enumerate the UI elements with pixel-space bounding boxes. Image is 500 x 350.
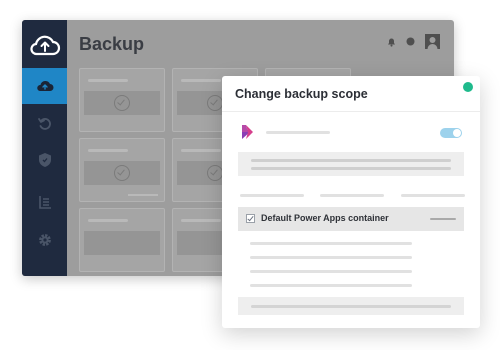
backup-card[interactable] — [79, 138, 165, 202]
change-backup-scope-dialog: Change backup scope Default Power Apps c… — [222, 76, 480, 328]
help-icon[interactable] — [406, 37, 415, 46]
restore-icon — [37, 118, 51, 130]
sidebar-item-backup[interactable] — [22, 68, 67, 104]
sidebar-item-security[interactable] — [22, 142, 67, 178]
backup-card[interactable] — [79, 208, 165, 272]
placeholder-text — [250, 284, 412, 287]
container-row[interactable]: Default Power Apps container — [238, 207, 464, 231]
check-circle-icon — [207, 165, 223, 181]
placeholder-block — [238, 152, 464, 176]
account-icon[interactable] — [425, 34, 440, 49]
toggle-knob — [453, 129, 461, 137]
check-circle-icon — [207, 95, 223, 111]
app-toggle-switch[interactable] — [440, 128, 462, 138]
cloud-logo-icon — [29, 35, 60, 56]
bell-icon[interactable] — [387, 37, 396, 47]
app-logo[interactable] — [22, 26, 67, 64]
check-circle-icon — [114, 165, 130, 181]
container-checkbox[interactable] — [246, 214, 255, 223]
container-label: Default Power Apps container — [261, 213, 389, 223]
dialog-title: Change backup scope — [235, 87, 368, 101]
divider — [222, 111, 480, 112]
gear-icon — [38, 234, 51, 246]
check-circle-icon — [114, 95, 130, 111]
shield-icon — [38, 153, 51, 167]
row-menu-handle[interactable] — [430, 218, 456, 220]
placeholder-text — [250, 270, 412, 273]
column-header — [240, 194, 304, 197]
backup-card[interactable] — [79, 68, 165, 132]
placeholder-text — [250, 242, 412, 245]
report-list-icon — [38, 196, 51, 209]
power-apps-icon — [242, 125, 253, 139]
sidebar-item-reports[interactable] — [22, 184, 67, 220]
sidebar-item-settings[interactable] — [22, 222, 67, 258]
placeholder-block — [238, 297, 464, 315]
page-title: Backup — [79, 34, 145, 54]
header-icons — [387, 34, 440, 49]
placeholder-text — [250, 256, 412, 259]
column-header — [401, 194, 465, 197]
sidebar-item-restore[interactable] — [22, 106, 67, 142]
cloud-upload-icon — [36, 80, 53, 91]
status-indicator — [463, 82, 473, 92]
placeholder-text — [266, 131, 330, 134]
column-header — [320, 194, 384, 197]
sidebar — [22, 20, 67, 276]
